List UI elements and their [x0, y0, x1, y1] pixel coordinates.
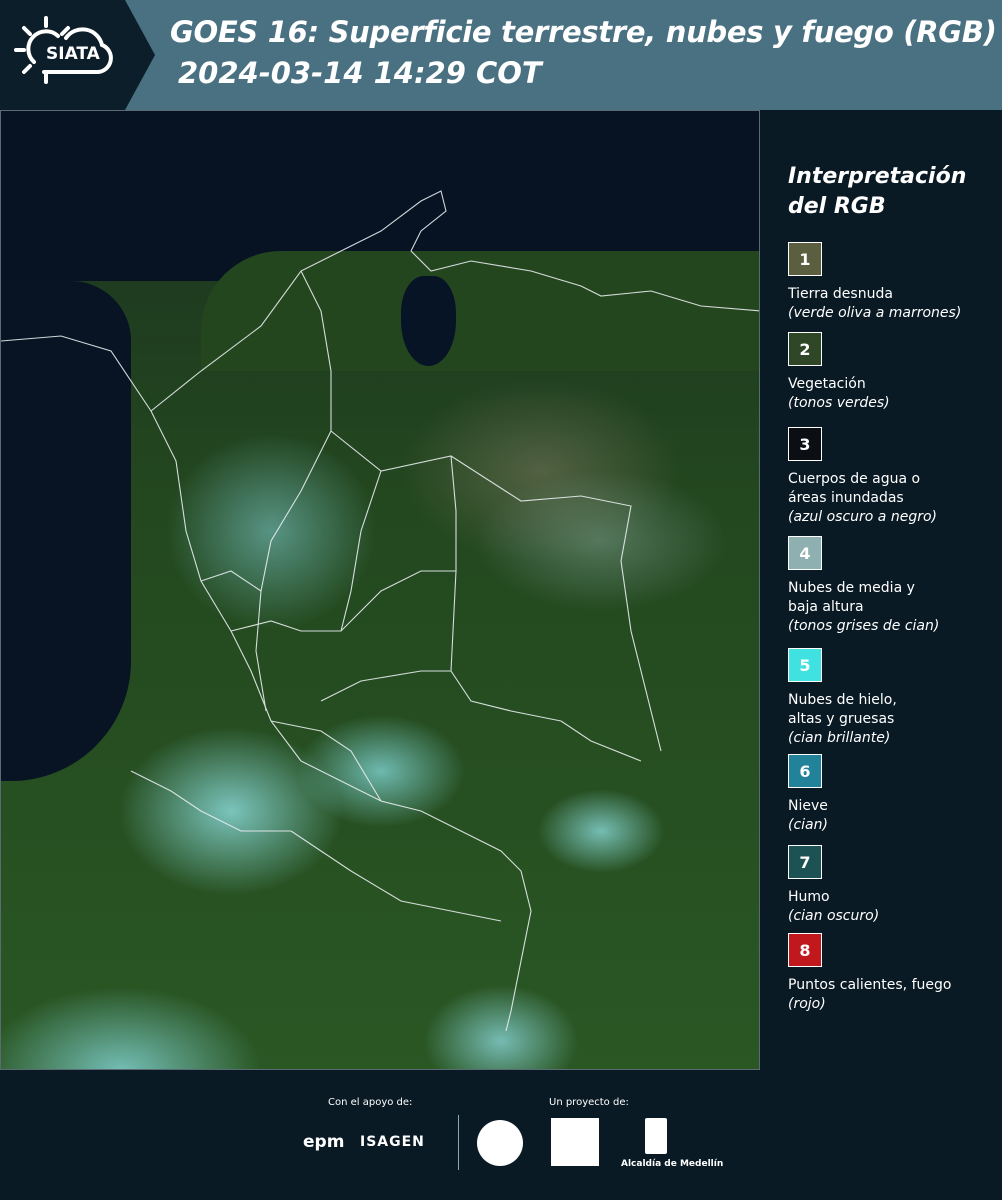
legend-swatch: 4 [788, 536, 822, 570]
datetime-label: 2024-03-14 14:29 COT [178, 56, 542, 90]
isagen-logo: ISAGEN [360, 1134, 425, 1150]
legend-title: Interpretación del RGB [788, 162, 988, 222]
legend-label: Humo [788, 889, 830, 905]
legend-label-line2: baja altura [788, 599, 864, 615]
legend-label: Puntos calientes, fuego [788, 977, 952, 993]
legend-item: 6 Nieve (cian) [788, 754, 998, 835]
page-title: GOES 16: Superficie terrestre, nubes y f… [170, 15, 997, 49]
admin-borders [1, 190, 759, 1032]
legend-swatch: 7 [788, 845, 822, 879]
legend-label: Nieve [788, 798, 828, 814]
legend-item: 7 Humo (cian oscuro) [788, 845, 998, 926]
legend-swatch: 1 [788, 242, 822, 276]
footer-divider [458, 1115, 459, 1170]
legend-item: 4 Nubes de media y baja altura (tonos grise… [788, 536, 998, 636]
legend-item: 3 Cuerpos de agua o áreas inundadas (azul o… [788, 427, 998, 527]
support-label: Con el apoyo de: [328, 1097, 413, 1108]
legend-swatch: 6 [788, 754, 822, 788]
legend-label: Vegetación [788, 376, 866, 392]
legend-title-line1: Interpretación [788, 164, 967, 189]
legend-item: 2 Vegetación (tonos verdes) [788, 332, 998, 413]
legend-label-line2: altas y gruesas [788, 711, 895, 727]
legend-label: Nubes de hielo, [788, 692, 897, 708]
legend-item: 1 Tierra desnuda (verde oliva a marrones) [788, 242, 998, 323]
legend-item: 8 Puntos calientes, fuego (rojo) [788, 933, 998, 1014]
legend-label: Tierra desnuda [788, 286, 893, 302]
legend-desc: (cian oscuro) [788, 908, 880, 924]
logo-text: SIATA [46, 44, 100, 64]
satellite-map[interactable] [0, 110, 760, 1070]
legend-title-line2: del RGB [788, 194, 886, 219]
area-metropolitana-logo [551, 1118, 599, 1166]
legend-swatch: 3 [788, 427, 822, 461]
legend-desc: (tonos verdes) [788, 395, 890, 411]
legend-swatch: 2 [788, 332, 822, 366]
legend-panel: Interpretación del RGB 1 Tierra desnuda (v… [770, 110, 1002, 1070]
legend-desc: (cian brillante) [788, 730, 891, 746]
legend-label: Nubes de media y [788, 580, 915, 596]
legend-label-line2: áreas inundadas [788, 490, 904, 506]
project-label: Un proyecto de: [549, 1097, 629, 1108]
footer: Con el apoyo de: Un proyecto de: epm ISA… [0, 1070, 1002, 1200]
legend-item: 5 Nubes de hielo, altas y gruesas (cian bri… [788, 648, 998, 748]
legend-swatch: 8 [788, 933, 822, 967]
legend-desc: (azul oscuro a negro) [788, 509, 937, 525]
header-bar: SIATA GOES 16: Superficie terrestre, nub… [0, 0, 1002, 110]
legend-desc: (cian) [788, 817, 828, 833]
legend-swatch: 5 [788, 648, 822, 682]
legend-desc: (tonos grises de cian) [788, 618, 940, 634]
legend-desc: (rojo) [788, 996, 826, 1012]
epm-logo: epm [303, 1132, 345, 1152]
seal-logo [477, 1120, 523, 1166]
legend-desc: (verde oliva a marrones) [788, 305, 962, 321]
alcaldia-shield-icon [645, 1118, 667, 1154]
alcaldia-logo: Alcaldía de Medellín [621, 1159, 724, 1169]
legend-label: Cuerpos de agua o [788, 471, 921, 487]
siata-logo: SIATA [0, 0, 155, 110]
